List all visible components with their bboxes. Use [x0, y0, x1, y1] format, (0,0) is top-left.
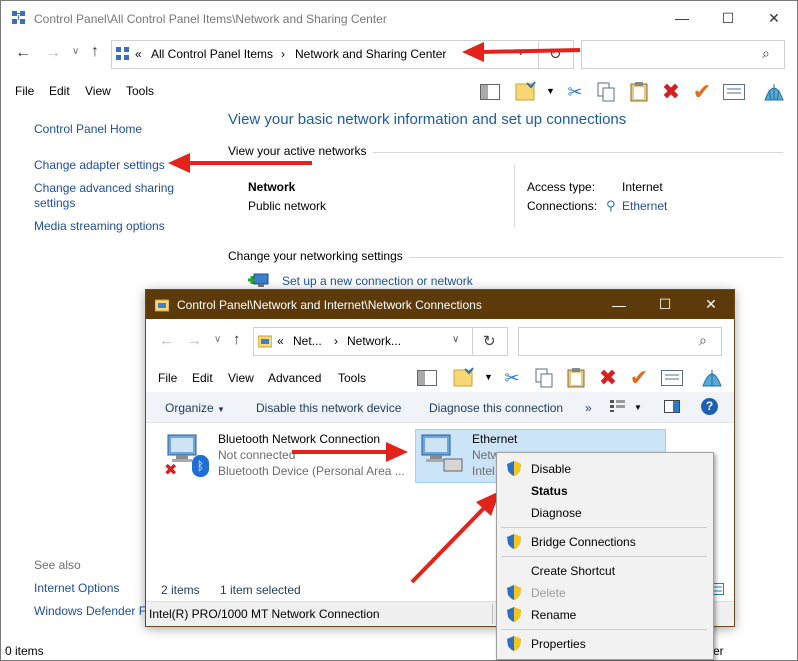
menu-delete[interactable]: Delete — [531, 586, 566, 600]
menu-status[interactable]: Status — [531, 484, 568, 498]
menu-bridge-connections[interactable]: Bridge Connections — [531, 535, 636, 549]
menu-diagnose[interactable]: Diagnose — [531, 506, 582, 520]
menu-rename[interactable]: Rename — [531, 608, 576, 622]
context-menu: Disable Status Diagnose Bridge Connectio… — [496, 452, 714, 660]
menu-create-shortcut[interactable]: Create Shortcut — [531, 564, 615, 578]
menu-disable[interactable]: Disable — [531, 462, 571, 476]
arrow-to-status — [410, 491, 500, 584]
arrow-to-ethernet — [292, 442, 408, 462]
uac-shield-icon — [507, 461, 521, 476]
menu-separator — [501, 556, 707, 557]
uac-shield-icon — [507, 636, 521, 651]
uac-shield-icon — [507, 585, 521, 600]
menu-separator — [501, 629, 707, 630]
uac-shield-icon — [507, 607, 521, 622]
menu-separator — [501, 527, 707, 528]
menu-properties[interactable]: Properties — [531, 637, 586, 651]
uac-shield-icon — [507, 534, 521, 549]
